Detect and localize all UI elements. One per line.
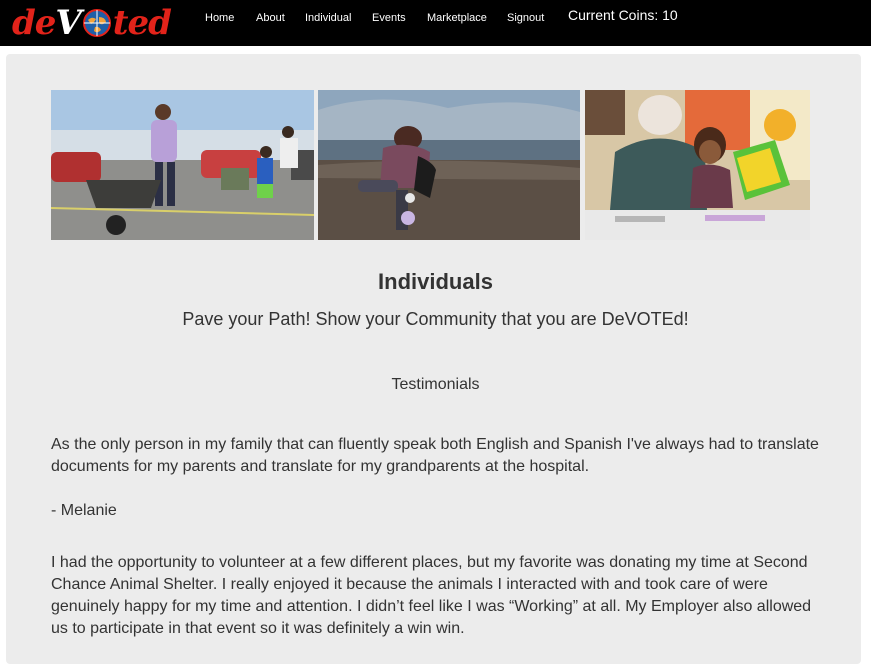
devoted-logo[interactable]: de V ted (12, 3, 188, 43)
nav-signout[interactable]: Signout (507, 12, 544, 24)
current-coins: Current Coins: 10 (568, 7, 678, 23)
testimonial-author: - Melanie (51, 502, 117, 519)
testimonial-text: As the only person in my family that can… (51, 436, 819, 475)
nav-individual[interactable]: Individual (305, 12, 351, 24)
nav-events[interactable]: Events (372, 12, 406, 24)
beach-cleanup-photo (318, 90, 580, 240)
top-navbar: de V ted Home About Individual Events Mar… (0, 0, 871, 46)
testimonial-text: I had the opportunity to volunteer at a … (51, 554, 812, 637)
globe-icon (82, 9, 111, 37)
volunteers-photo (51, 90, 314, 240)
reading-photo (585, 90, 810, 240)
page-subtitle: Pave your Path! Show your Community that… (182, 309, 689, 329)
page-title: Individuals (378, 269, 493, 294)
nav-marketplace[interactable]: Marketplace (427, 12, 487, 24)
testimonials-heading: Testimonials (391, 376, 480, 393)
nav-about[interactable]: About (256, 12, 285, 24)
nav-home[interactable]: Home (205, 12, 234, 24)
